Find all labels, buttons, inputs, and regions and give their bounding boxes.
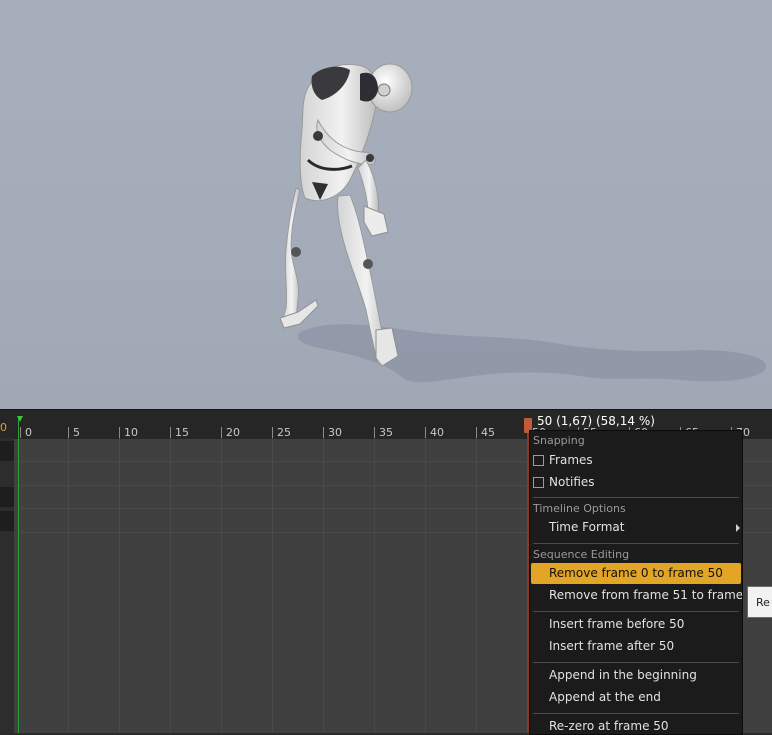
menu-separator [533, 497, 739, 498]
menu-item-label: Remove frame 0 to frame 50 [549, 566, 723, 580]
menu-item-insert-before[interactable]: Insert frame before 50 [531, 614, 741, 635]
menu-item-label: Frames [549, 453, 593, 467]
ruler-tick-label: 15 [170, 427, 189, 438]
menu-item-append-end[interactable]: Append at the end [531, 687, 741, 708]
menu-item-frames[interactable]: Frames [531, 450, 741, 470]
ruler-tick-label: 0 [20, 427, 32, 438]
section-header-timeline-options: Timeline Options [533, 502, 626, 515]
menu-item-time-format[interactable]: Time Format [531, 517, 741, 538]
menu-tooltip: Re [747, 586, 772, 618]
menu-item-label: Insert frame before 50 [549, 617, 685, 631]
section-header-snapping: Snapping [533, 434, 585, 447]
track-lane-handle[interactable] [0, 441, 14, 461]
menu-item-label: Re-zero at frame 50 [549, 719, 669, 733]
menu-item-append-beginning[interactable]: Append in the beginning [531, 665, 741, 686]
start-line [18, 417, 19, 733]
menu-item-label: Remove from frame 51 to frame 87 [549, 588, 743, 602]
menu-item-insert-after[interactable]: Insert frame after 50 [531, 636, 741, 657]
viewport-scene [279, 63, 767, 383]
menu-item-notifies[interactable]: Notifies [531, 472, 741, 492]
menu-item-label: Insert frame after 50 [549, 639, 675, 653]
menu-item-remove-before[interactable]: Remove frame 0 to frame 50 [531, 563, 741, 584]
ruler-tick-label: 35 [374, 427, 393, 438]
start-marker[interactable] [17, 416, 23, 422]
menu-item-rezero[interactable]: Re-zero at frame 50 [531, 716, 741, 734]
mannequin-figure [279, 63, 413, 367]
ruler-tick-label: 40 [425, 427, 444, 438]
track-lane-handle[interactable] [0, 511, 14, 531]
ruler-tick-label: 45 [476, 427, 495, 438]
track-lane-handle[interactable] [0, 487, 14, 507]
section-header-sequence-editing: Sequence Editing [533, 548, 630, 561]
ruler-tick-label: 20 [221, 427, 240, 438]
notifies-checkbox[interactable] [533, 477, 544, 488]
menu-separator [533, 543, 739, 544]
menu-separator [533, 611, 739, 612]
submenu-arrow-icon [736, 524, 740, 532]
menu-separator [533, 662, 739, 663]
tooltip-text: Re [756, 596, 770, 609]
track-lane-strip [0, 438, 14, 733]
viewport[interactable] [0, 0, 772, 409]
ruler-tick-label: 30 [323, 427, 342, 438]
ruler-start-label: 0 [0, 421, 7, 434]
timeline-context-menu[interactable]: Snapping Frames Notifies Timeline Option… [529, 430, 743, 735]
playhead-label: 50 (1,67) (58,14 %) [537, 414, 655, 428]
ruler-tick-label: 10 [119, 427, 138, 438]
figure-shadow [297, 324, 767, 383]
frames-checkbox[interactable] [533, 455, 544, 466]
menu-item-label: Append in the beginning [549, 668, 697, 682]
menu-item-label: Append at the end [549, 690, 661, 704]
menu-separator [533, 713, 739, 714]
menu-item-label: Notifies [549, 475, 595, 489]
ruler-tick-label: 5 [68, 427, 80, 438]
menu-item-remove-after[interactable]: Remove from frame 51 to frame 87 [531, 585, 743, 606]
menu-item-label: Time Format [549, 520, 625, 534]
ruler-tick-label: 25 [272, 427, 291, 438]
